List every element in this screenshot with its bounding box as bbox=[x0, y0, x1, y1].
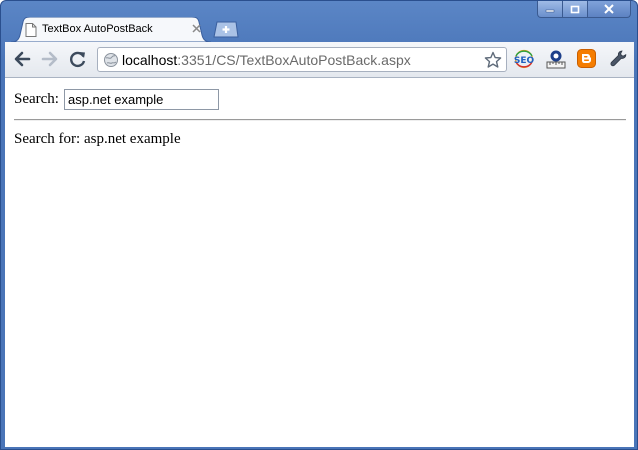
blogger-extension-icon[interactable] bbox=[577, 49, 596, 68]
page-content: Search: Search for: asp.net example bbox=[5, 78, 634, 447]
minimize-button[interactable] bbox=[537, 1, 563, 18]
url-path: :3351/CS/TextBoxAutoPostBack.aspx bbox=[177, 52, 411, 68]
browser-toolbar: localhost:3351/CS/TextBoxAutoPostBack.as… bbox=[5, 42, 634, 78]
close-tab-icon[interactable] bbox=[192, 24, 201, 33]
bookmark-star-icon[interactable] bbox=[484, 51, 502, 69]
search-row: Search: bbox=[14, 89, 219, 110]
search-result-text: Search for: asp.net example bbox=[14, 131, 181, 147]
minimize-icon bbox=[545, 9, 555, 13]
maximize-icon bbox=[570, 5, 580, 13]
close-window-button[interactable] bbox=[588, 1, 631, 18]
globe-icon bbox=[104, 53, 118, 67]
horizontal-rule bbox=[14, 119, 626, 121]
address-url: localhost:3351/CS/TextBoxAutoPostBack.as… bbox=[122, 52, 411, 68]
maximize-button[interactable] bbox=[563, 1, 588, 18]
page-icon bbox=[25, 23, 37, 37]
url-host: localhost bbox=[122, 52, 178, 68]
tab-title: TextBox AutoPostBack bbox=[42, 23, 153, 35]
address-bar[interactable]: localhost:3351/CS/TextBoxAutoPostBack.as… bbox=[97, 47, 507, 72]
wrench-menu-icon[interactable] bbox=[609, 49, 628, 68]
back-arrow-icon[interactable] bbox=[13, 50, 31, 68]
window-caption-buttons bbox=[537, 1, 631, 19]
search-input[interactable] bbox=[63, 89, 219, 110]
ruler-extension-icon[interactable] bbox=[545, 49, 567, 71]
seo-extension-icon[interactable]: SEO bbox=[513, 49, 535, 69]
search-label: Search: bbox=[14, 91, 59, 107]
close-icon bbox=[604, 4, 614, 14]
browser-tab[interactable]: TextBox AutoPostBack bbox=[11, 17, 211, 42]
new-tab-button[interactable] bbox=[213, 21, 239, 38]
svg-text:SEO: SEO bbox=[514, 56, 535, 66]
forward-arrow-icon[interactable] bbox=[41, 50, 59, 68]
browser-window: TextBox AutoPostBack localhost:3351/CS/T… bbox=[0, 0, 638, 450]
reload-icon[interactable] bbox=[69, 50, 87, 68]
